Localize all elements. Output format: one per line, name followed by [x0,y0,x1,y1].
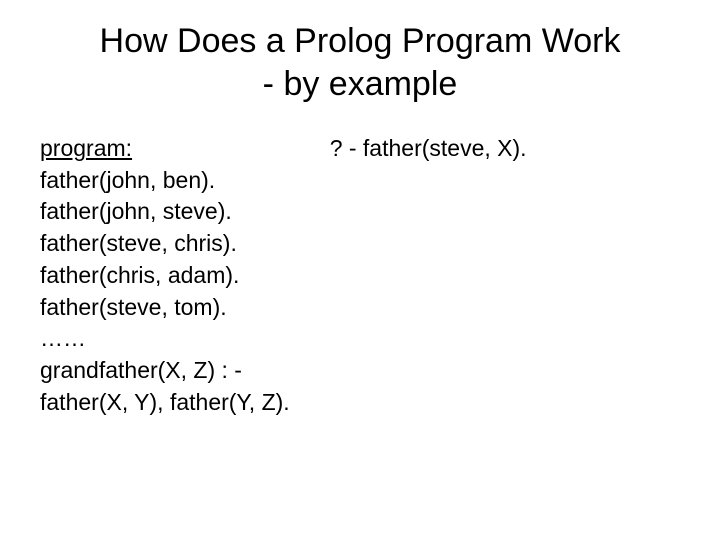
rule-head: grandfather(X, Z) : - [40,355,290,387]
fact-line: father(steve, tom). [40,292,290,324]
program-column: program: father(john, ben). father(john,… [40,133,290,419]
title-line-2: - by example [263,65,458,103]
fact-line: father(john, steve). [40,196,290,228]
ellipsis-line: …… [40,323,290,355]
content-area: program: father(john, ben). father(john,… [40,133,680,419]
fact-line: father(chris, adam). [40,260,290,292]
fact-line: father(steve, chris). [40,228,290,260]
query-column: ? - father(steve, X). [330,133,680,419]
title-line-1: How Does a Prolog Program Work [100,22,621,60]
rule-body: father(X, Y), father(Y, Z). [40,387,290,419]
slide-title: How Does a Prolog Program Work - by exam… [40,20,680,105]
program-heading: program: [40,133,290,165]
query-line: ? - father(steve, X). [330,133,680,165]
fact-line: father(john, ben). [40,165,290,197]
